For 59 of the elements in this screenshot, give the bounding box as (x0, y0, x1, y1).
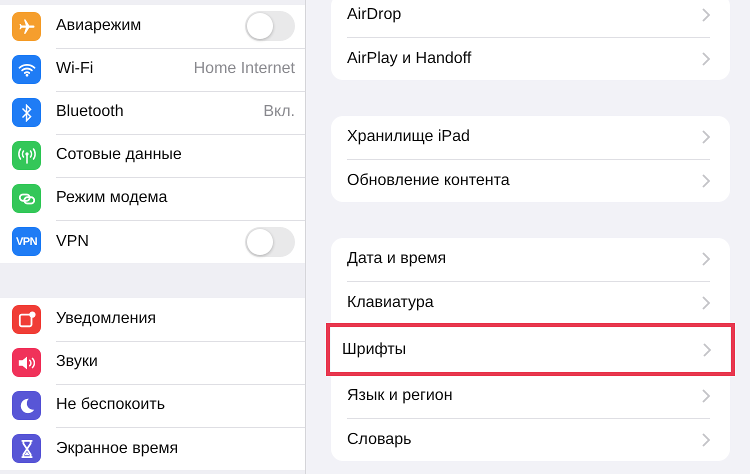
sidebar-item[interactable]: VPN VPN (0, 220, 305, 263)
settings-row[interactable]: Обновление контента (331, 159, 730, 202)
sidebar-item[interactable]: Не беспокоить (0, 384, 305, 427)
chevron-icon (702, 174, 710, 188)
antenna-icon (16, 148, 36, 164)
chevron-icon (702, 130, 710, 144)
settings-row[interactable]: Клавиатура (331, 281, 730, 324)
row-label: Шрифты (342, 340, 408, 358)
item-label: Экранное время (56, 440, 180, 458)
settings-row[interactable]: Дата и время (331, 238, 730, 281)
settings-row[interactable]: AirDrop (331, 0, 730, 37)
item-label: Уведомления (56, 310, 158, 328)
item-label: Режим модема (56, 189, 168, 207)
item-label: Wi-Fi (56, 60, 94, 78)
row-label: Обновление контента (347, 172, 511, 190)
speaker-icon (16, 354, 36, 370)
sidebar-item[interactable]: Режим модема (0, 177, 305, 220)
notification-icon (18, 310, 36, 328)
highlighted-settings-row[interactable]: Шрифты (326, 323, 735, 376)
toggle-switch[interactable] (245, 226, 295, 256)
item-label: Сотовые данные (56, 146, 183, 164)
item-label: Звуки (56, 353, 99, 371)
sidebar-item[interactable]: Авиарежим (0, 5, 305, 48)
chevron-icon (702, 252, 710, 266)
row-label: Язык и регион (347, 387, 454, 405)
airplane-icon (18, 18, 36, 36)
vpn-icon: VPN (16, 236, 38, 248)
item-label: Авиарежим (56, 17, 142, 35)
sidebar-item[interactable]: Сотовые данные (0, 134, 305, 177)
row-label: AirDrop (347, 6, 402, 24)
sidebar-item[interactable]: Wi-Fi Home Internet (0, 48, 305, 91)
hourglass-icon (20, 440, 34, 458)
item-label: Bluetooth (56, 103, 125, 121)
sidebar-item[interactable]: Экранное время (0, 427, 305, 470)
item-label: Не беспокоить (56, 396, 166, 414)
row-label: Хранилище iPad (347, 128, 471, 146)
chevron-icon (703, 342, 711, 356)
settings-row[interactable]: Язык и регион (331, 375, 730, 418)
chevron-icon (702, 432, 710, 446)
sidebar-item[interactable]: Bluetooth Вкл. (0, 91, 305, 134)
sidebar-item[interactable]: Уведомления (0, 298, 305, 341)
row-label: AirPlay и Handoff (347, 50, 472, 68)
settings-row[interactable]: Словарь (331, 418, 730, 461)
chevron-icon (702, 389, 710, 403)
wifi-icon (18, 62, 36, 76)
row-label: Дата и время (347, 250, 448, 268)
toggle-switch[interactable] (245, 11, 295, 41)
item-label: VPN (56, 232, 90, 250)
row-label: Клавиатура (347, 294, 435, 312)
settings-row[interactable]: Хранилище iPad (331, 116, 730, 159)
chevron-icon (702, 52, 710, 66)
bluetooth-icon (20, 104, 32, 122)
item-value: Home Internet (194, 60, 295, 78)
item-value: Вкл. (263, 103, 295, 121)
row-label: Словарь (347, 430, 412, 448)
chevron-icon (702, 296, 710, 310)
settings-row[interactable]: AirPlay и Handoff (331, 37, 730, 80)
chevron-icon (702, 8, 710, 22)
sidebar-item[interactable]: Звуки (0, 341, 305, 384)
